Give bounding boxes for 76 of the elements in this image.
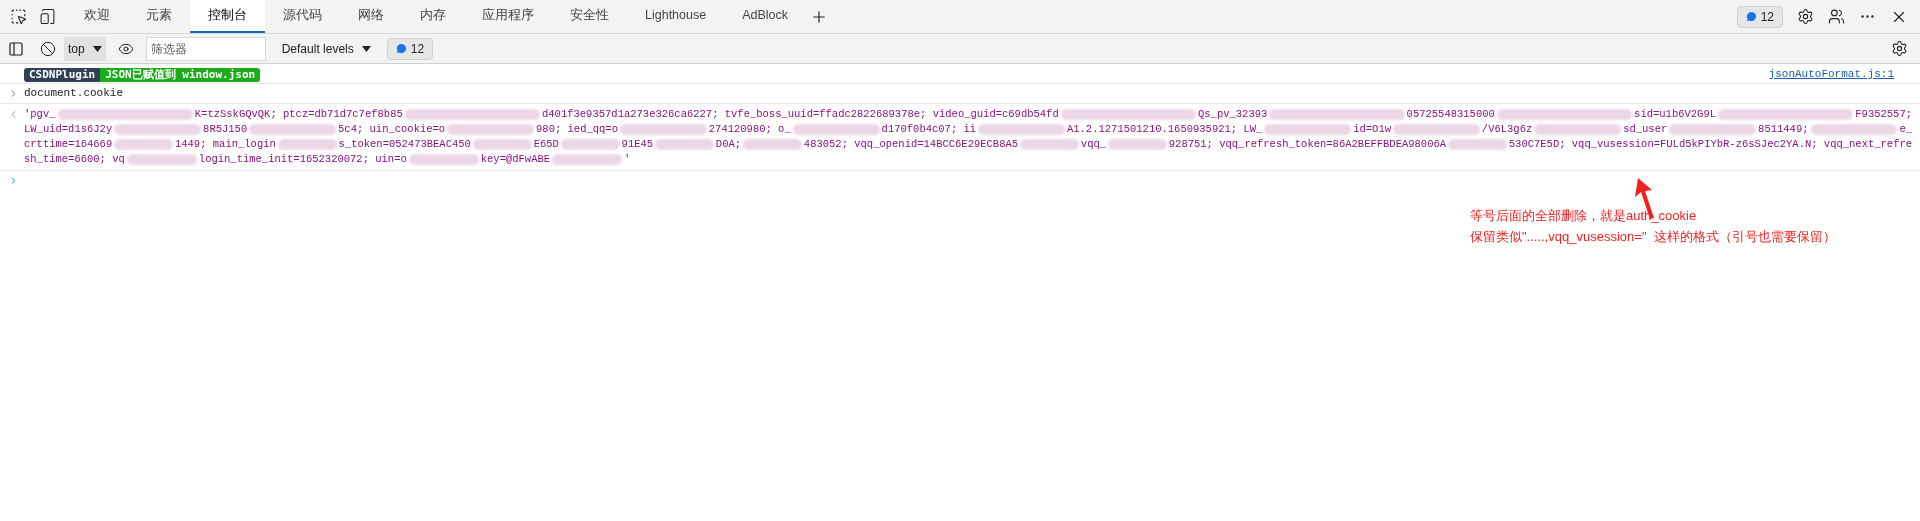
cookie-text: 91E45 bbox=[621, 136, 654, 152]
context-select[interactable]: top bbox=[64, 36, 106, 61]
cookie-text: F9352557; bbox=[1855, 106, 1912, 122]
redaction-scribble bbox=[560, 139, 620, 150]
cookie-text: e_ bbox=[1899, 121, 1912, 137]
cookie-text: login_time_init=1652320072; uin=o bbox=[198, 151, 407, 167]
caret-icon bbox=[92, 45, 102, 52]
cookie-text: id=O1w bbox=[1353, 121, 1391, 137]
cookie-text: /V6L3g6z bbox=[1481, 121, 1533, 137]
cookie-text: 928751; vqq_refresh_token=86A2BEFFBDEA98006A bbox=[1168, 136, 1447, 152]
panel-tab[interactable]: 控制台 bbox=[190, 0, 265, 33]
cookie-text: d170f0b4c07; ii bbox=[881, 121, 977, 137]
cookie-text: sid=u1b6V2G9L bbox=[1634, 106, 1716, 122]
settings-icon[interactable] bbox=[1797, 8, 1814, 25]
cookie-text: 8R5J150 bbox=[203, 121, 248, 137]
redaction-scribble bbox=[1448, 139, 1507, 150]
clear-icon[interactable] bbox=[40, 40, 56, 57]
panel-tab[interactable]: 安全性 bbox=[552, 0, 627, 33]
cookie-text: 530C7E5D; vqq_vusession=FULd5kPIYbR-z6sSJec2YA.N; vqq_next_refre bbox=[1508, 136, 1913, 152]
source-link[interactable]: jsonAutoFormat.js:1 bbox=[1768, 66, 1894, 83]
redaction-scribble bbox=[552, 154, 623, 165]
redaction-scribble bbox=[277, 139, 337, 150]
filter-field[interactable]: 筛选器 bbox=[145, 36, 266, 61]
cookie-text: E65D bbox=[533, 136, 559, 152]
cookie-text: d401f3e9357d1a273e326ca6227; tvfe_boss_uuid=ffadc2822689378e; video_guid=c69db54fd bbox=[542, 106, 1059, 122]
cookie-text: crttime=164669 bbox=[24, 136, 113, 152]
cookie-text: sh_time=6600; vq bbox=[24, 151, 125, 167]
panel-tab[interactable]: 源代码 bbox=[265, 0, 340, 33]
cookie-text: sd_user bbox=[1623, 121, 1668, 137]
settings-icon[interactable] bbox=[1891, 40, 1908, 57]
issues-button[interactable]: 12 bbox=[1736, 5, 1783, 28]
cookie-text: LW_uid=d1s6J2y bbox=[24, 121, 113, 137]
redaction-scribble bbox=[408, 154, 479, 165]
cookie-text: key=@dFwABE bbox=[480, 151, 551, 167]
cookie-text: 05725548315000 bbox=[1406, 106, 1495, 122]
panel-tab[interactable]: 欢迎 bbox=[66, 0, 128, 33]
cookie-text: ' bbox=[624, 151, 631, 167]
cookie-text: 'pgv_ bbox=[24, 106, 56, 122]
redaction-scribble bbox=[1108, 139, 1167, 150]
redaction-scribble bbox=[743, 139, 802, 150]
panel-tab[interactable]: 应用程序 bbox=[464, 0, 552, 33]
cookie-text: vqq_ bbox=[1080, 136, 1107, 152]
panel-tab[interactable]: 内存 bbox=[402, 0, 464, 33]
redaction-scribble bbox=[126, 154, 197, 165]
log-badge: JSON已赋值到 window.json bbox=[100, 67, 261, 82]
levels-dropdown[interactable]: Default levels bbox=[273, 39, 379, 58]
cookie-text: 5c4; uin_cookie=o bbox=[338, 121, 446, 137]
cookie-text: 980; ied_qq=o bbox=[536, 121, 618, 137]
annotation-text: 等号后面的全部删除，就是auth_cookie bbox=[1470, 207, 1698, 225]
cookie-text: 483052; vqq_openid=14BCC6E29ECB8A5 bbox=[803, 136, 1019, 152]
caret-icon bbox=[361, 45, 371, 52]
device-icon[interactable] bbox=[39, 8, 56, 25]
panel-tab[interactable]: 网络 bbox=[340, 0, 402, 33]
log-badge: CSDNPlugin bbox=[24, 67, 101, 82]
cookie-text: 274120980; o_ bbox=[708, 121, 791, 137]
panel-tab[interactable]: Lighthouse bbox=[627, 0, 725, 33]
command-text: document.cookie bbox=[24, 86, 124, 102]
message-icon bbox=[1745, 11, 1757, 22]
cookie-text: s_token=052473BEAC450 bbox=[338, 136, 471, 152]
cookie-text: 8511449; bbox=[1758, 121, 1809, 137]
annotation-text: 保留类似".....,vqq_vusession=" 这样的格式（引号也需要保留） bbox=[1470, 228, 1836, 246]
messages-button[interactable]: 12 bbox=[386, 37, 434, 60]
cookie-text: A1.2.1271501210.1650935921; LW_ bbox=[1066, 121, 1263, 137]
cookie-text: Qs_pv_32393 bbox=[1198, 106, 1268, 122]
cookie-text: D0A; bbox=[715, 136, 742, 152]
cookie-text: K=tzSskGQvQK; ptcz=db71d7c7ef8b85 bbox=[194, 106, 403, 122]
cookie-text: 1449; main_login bbox=[174, 136, 276, 152]
redaction-scribble bbox=[472, 139, 532, 150]
inspect-icon[interactable] bbox=[10, 8, 27, 25]
redaction-scribble bbox=[114, 139, 173, 150]
sidebar-icon[interactable] bbox=[8, 40, 24, 57]
message-icon bbox=[395, 43, 407, 54]
panel-tab[interactable]: AdBlock bbox=[724, 0, 807, 33]
redaction-scribble bbox=[655, 139, 714, 150]
redaction-scribble bbox=[1020, 139, 1079, 150]
panel-tab[interactable]: 元素 bbox=[128, 0, 190, 33]
